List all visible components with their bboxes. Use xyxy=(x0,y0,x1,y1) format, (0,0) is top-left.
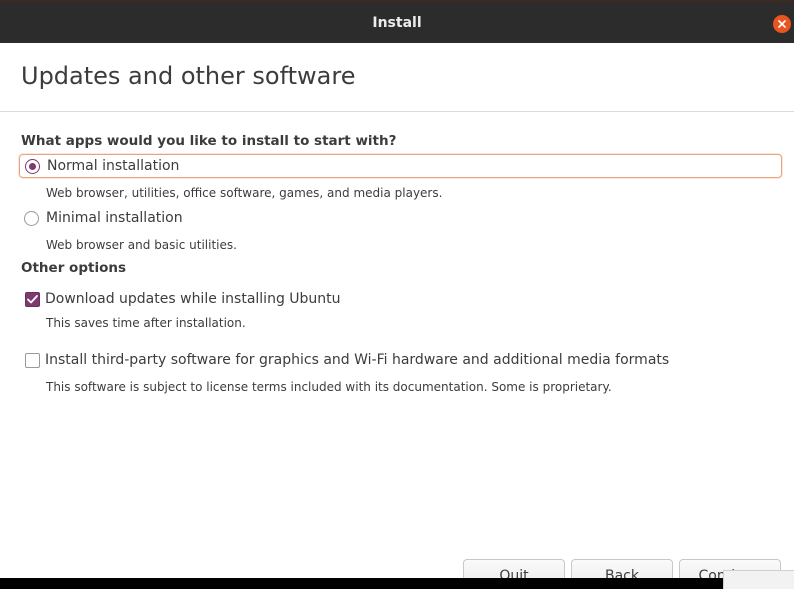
checkbox-unchecked-icon xyxy=(25,352,40,368)
normal-installation-radio[interactable]: Normal installation xyxy=(19,154,782,178)
third-party-software-checkbox[interactable]: Install third-party software for graphic… xyxy=(19,348,669,372)
back-button[interactable]: Back xyxy=(571,559,673,578)
checkbox-checked-icon xyxy=(25,291,40,307)
minimal-installation-description: Web browser and basic utilities. xyxy=(46,238,237,252)
radio-checked-icon xyxy=(25,158,40,174)
title-bar: Install xyxy=(0,0,794,43)
download-updates-description: This saves time after installation. xyxy=(46,316,246,330)
download-updates-checkbox[interactable]: Download updates while installing Ubuntu xyxy=(19,287,341,311)
bottom-bar xyxy=(0,578,794,589)
close-icon xyxy=(778,20,786,28)
corner-overlay xyxy=(723,570,794,589)
installer-window: Install Updates and other software What … xyxy=(0,0,794,578)
normal-installation-label: Normal installation xyxy=(47,158,180,174)
install-type-heading: What apps would you like to install to s… xyxy=(21,133,397,149)
page-title: Updates and other software xyxy=(21,62,356,90)
checkmark-icon xyxy=(27,294,38,303)
quit-button[interactable]: Quit xyxy=(463,559,565,578)
header-divider xyxy=(0,111,794,112)
third-party-software-label: Install third-party software for graphic… xyxy=(45,352,670,368)
radio-unchecked-icon xyxy=(24,210,39,226)
other-options-heading: Other options xyxy=(21,260,126,276)
download-updates-label: Download updates while installing Ubuntu xyxy=(45,291,341,307)
normal-installation-description: Web browser, utilities, office software,… xyxy=(46,186,443,200)
window-title: Install xyxy=(372,15,422,31)
third-party-software-description: This software is subject to license term… xyxy=(46,380,612,394)
close-button[interactable] xyxy=(773,15,791,33)
minimal-installation-label: Minimal installation xyxy=(46,210,183,226)
minimal-installation-radio[interactable]: Minimal installation xyxy=(19,206,183,230)
